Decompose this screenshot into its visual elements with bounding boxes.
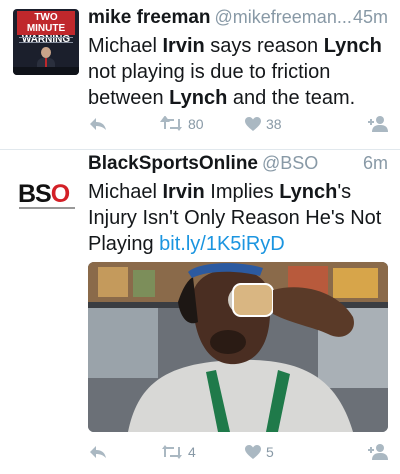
heart-icon [245, 445, 261, 459]
follow-button[interactable] [368, 112, 390, 136]
tweet-time[interactable]: 45m [353, 7, 388, 28]
avatar[interactable]: TWO MINUTE WARNING [13, 9, 79, 75]
reply-icon [90, 118, 106, 130]
like-count: 38 [266, 116, 282, 132]
add-user-icon [368, 444, 388, 460]
retweet-icon [162, 445, 182, 459]
author-name[interactable]: BlackSportsOnline [88, 153, 258, 174]
avatar[interactable]: BSO [13, 159, 79, 225]
tweet-text: Michael Irvin says reason Lynch not play… [88, 35, 382, 109]
retweet-icon [160, 116, 182, 131]
avatar-banner-text: TWO MINUTE WARNING [17, 11, 75, 45]
tweet-time[interactable]: 6m [363, 153, 388, 174]
like-button[interactable]: 38 [244, 112, 282, 136]
bso-logo-icon: BSO [18, 180, 70, 208]
tweet-actions: 4 5 [88, 440, 388, 464]
tweet[interactable]: TWO MINUTE WARNING mike freeman @mikefree… [0, 0, 400, 150]
like-button[interactable]: 5 [244, 440, 274, 464]
tweet-header: mike freeman @mikefreeman... 45m [88, 7, 388, 33]
heart-icon [245, 117, 261, 131]
author-name[interactable]: mike freeman [88, 7, 211, 28]
tweet-actions: 80 38 [88, 112, 388, 136]
tweet-link[interactable]: bit.ly/1K5iRyD [159, 233, 285, 255]
retweet-count: 80 [188, 116, 204, 132]
photo-man-drinking-icon [88, 262, 388, 432]
follow-button[interactable] [368, 440, 390, 464]
tweet-header: BlackSportsOnline @BSO 6m [88, 153, 388, 179]
author-handle[interactable]: @BSO [262, 153, 318, 173]
like-count: 5 [266, 444, 274, 460]
retweet-button[interactable]: 4 [160, 440, 196, 464]
reply-icon [90, 446, 106, 458]
reply-button[interactable] [88, 112, 108, 136]
tweet-media[interactable] [88, 262, 388, 432]
reply-button[interactable] [88, 440, 108, 464]
retweet-button[interactable]: 80 [160, 112, 204, 136]
add-user-icon [368, 116, 388, 132]
tweet-text: Michael Irvin Implies Lynch's Injury Isn… [88, 181, 382, 255]
tweet[interactable]: BSO BlackSportsOnline @BSO 6m Michael Irv… [0, 150, 400, 474]
retweet-count: 4 [188, 444, 196, 460]
author-handle[interactable]: @mikefreeman... [215, 7, 352, 27]
